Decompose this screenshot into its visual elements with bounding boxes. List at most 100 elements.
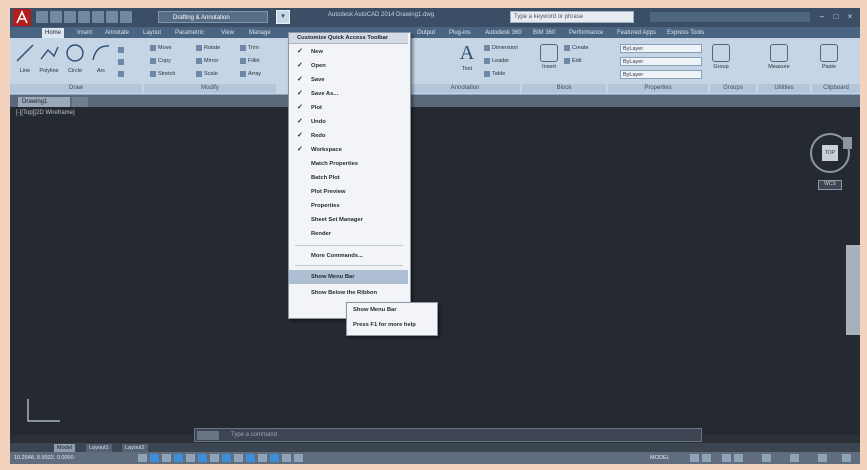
insert-block-button[interactable]: Insert (538, 42, 560, 82)
leader-button[interactable]: Leader (484, 57, 509, 65)
menu-item-new[interactable]: ✓ New (289, 45, 408, 59)
panel-label-properties[interactable]: Properties (608, 84, 708, 93)
status-tool-7[interactable] (818, 454, 827, 462)
menu-item-plot[interactable]: ✓ Plot (289, 101, 408, 115)
polyline-button[interactable]: Polyline (38, 42, 60, 82)
menu-item-save[interactable]: ✓ Save (289, 73, 408, 87)
menu-item-render[interactable]: Render (289, 227, 408, 241)
navigation-bar[interactable] (846, 245, 860, 335)
viewport-controls[interactable]: [-][Top][2D Wireframe] (16, 110, 75, 116)
stretch-button[interactable]: Stretch (150, 70, 175, 78)
tab-express-tools[interactable]: Express Tools (664, 28, 707, 38)
qat-undo-icon[interactable] (106, 11, 118, 23)
navbar-top[interactable] (843, 137, 852, 149)
text-button[interactable]: A Text (456, 42, 478, 82)
tab-parametric[interactable]: Parametric (172, 28, 207, 38)
status-toggle-4[interactable] (174, 454, 183, 462)
fillet-button[interactable]: Fillet (240, 57, 260, 65)
draw-extra-2[interactable] (118, 58, 126, 66)
menu-item-plot-preview[interactable]: Plot Preview (289, 185, 408, 199)
autocad-logo-icon[interactable] (13, 9, 31, 26)
search-input[interactable]: Type a keyword or phrase (510, 11, 634, 23)
trim-button[interactable]: Trim (240, 44, 259, 52)
menu-item-open[interactable]: ✓ Open (289, 59, 408, 73)
tab-annotate[interactable]: Annotate (102, 28, 132, 38)
scale-button[interactable]: Scale (196, 70, 218, 78)
tab-manage[interactable]: Manage (246, 28, 274, 38)
array-button[interactable]: Array (240, 70, 261, 78)
status-toggle-8[interactable] (222, 454, 231, 462)
create-block-button[interactable]: Create (564, 44, 589, 52)
maximize-icon[interactable]: □ (830, 11, 842, 23)
qat-redo-icon[interactable] (120, 11, 132, 23)
menu-item-match-properties[interactable]: Match Properties (289, 157, 408, 171)
draw-extra-3[interactable] (118, 70, 126, 78)
menu-item-sheet-set-manager[interactable]: Sheet Set Manager (289, 213, 408, 227)
layout-tab-model[interactable]: Model (54, 444, 75, 452)
signin-area[interactable] (650, 12, 810, 22)
minimize-icon[interactable]: – (816, 11, 828, 23)
status-tool-4[interactable] (734, 454, 743, 462)
menu-item-workspace[interactable]: ✓ Workspace (289, 143, 408, 157)
file-tab-drawing1[interactable]: Drawing1 (18, 97, 70, 107)
dimension-button[interactable]: Dimension (484, 44, 518, 52)
command-line[interactable]: Type a command (194, 428, 702, 442)
chevron-down-icon[interactable]: ▾ (276, 10, 290, 24)
tab-home[interactable]: Home (42, 28, 65, 38)
menu-item-show-menu-bar[interactable]: Show Menu Bar (289, 270, 408, 284)
qat-save-icon[interactable] (64, 11, 76, 23)
tab-bim360[interactable]: BIM 360 (530, 28, 558, 38)
status-toggle-11[interactable] (258, 454, 267, 462)
tab-plugins[interactable]: Plug-ins (446, 28, 474, 38)
copy-button[interactable]: Copy (150, 57, 171, 65)
status-toggle-12[interactable] (270, 454, 279, 462)
status-toggle-10[interactable] (246, 454, 255, 462)
workspace-select[interactable]: Drafting & Annotation (158, 11, 268, 23)
status-toggle-1[interactable] (138, 454, 147, 462)
status-tool-5[interactable] (762, 454, 771, 462)
color-combo[interactable]: ByLayer (620, 44, 702, 53)
model-space-button[interactable]: MODEL (650, 454, 670, 462)
status-toggle-13[interactable] (282, 454, 291, 462)
command-input[interactable]: Type a command (231, 430, 277, 441)
qat-open-icon[interactable] (50, 11, 62, 23)
qat-saveas-icon[interactable] (78, 11, 90, 23)
panel-label-block[interactable]: Block (522, 84, 606, 93)
tab-autodesk360[interactable]: Autodesk 360 (482, 28, 525, 38)
status-toggle-3[interactable] (162, 454, 171, 462)
menu-item-undo[interactable]: ✓ Undo (289, 115, 408, 129)
tab-insert[interactable]: Insert (74, 28, 95, 38)
status-toggle-14[interactable] (294, 454, 303, 462)
paste-button[interactable]: Paste (818, 42, 840, 82)
panel-label-modify[interactable]: Modify (144, 84, 276, 93)
arc-button[interactable]: Arc (90, 42, 112, 82)
status-tool-1[interactable] (690, 454, 699, 462)
qat-plot-icon[interactable] (92, 11, 104, 23)
tab-output[interactable]: Output (414, 28, 438, 38)
viewcube-face[interactable]: TOP (822, 145, 838, 161)
status-tool-8[interactable] (842, 454, 851, 462)
qat-new-icon[interactable] (36, 11, 48, 23)
rotate-button[interactable]: Rotate (196, 44, 220, 52)
drawing-canvas[interactable]: [-][Top][2D Wireframe] TOP WCS (10, 107, 860, 435)
panel-label-utilities[interactable]: Utilities (758, 84, 810, 93)
new-tab-button[interactable] (72, 97, 88, 107)
status-toggle-2[interactable] (150, 454, 159, 462)
panel-label-clipboard[interactable]: Clipboard (812, 84, 860, 93)
panel-label-groups[interactable]: Groups (710, 84, 756, 93)
layout-tab-layout2[interactable]: Layout2 (122, 444, 148, 452)
measure-button[interactable]: Measure (768, 42, 790, 82)
status-toggle-9[interactable] (234, 454, 243, 462)
edit-block-button[interactable]: Edit (564, 57, 581, 65)
draw-extra-1[interactable] (118, 46, 126, 54)
table-button[interactable]: Table (484, 70, 505, 78)
menu-item-batch-plot[interactable]: Batch Plot (289, 171, 408, 185)
panel-label-annotation[interactable]: Annotation (410, 84, 520, 93)
panel-label-draw[interactable]: Draw (10, 84, 142, 93)
status-tool-2[interactable] (702, 454, 711, 462)
tab-view[interactable]: View (218, 28, 237, 38)
tab-featured-apps[interactable]: Featured Apps (614, 28, 659, 38)
status-toggle-7[interactable] (210, 454, 219, 462)
linetype-combo[interactable]: ByLayer (620, 57, 702, 66)
menu-item-more-commands[interactable]: More Commands... (289, 249, 408, 263)
